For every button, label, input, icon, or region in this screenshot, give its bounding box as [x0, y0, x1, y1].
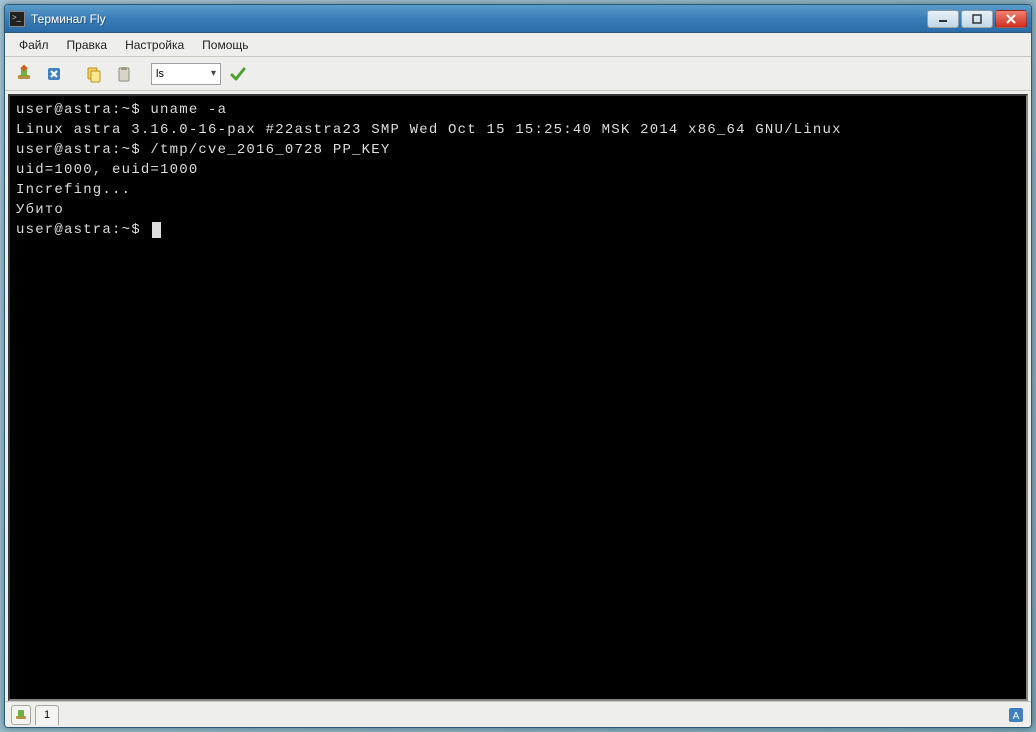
app-icon [9, 11, 25, 27]
close-button[interactable] [995, 10, 1027, 28]
close-tab-icon [45, 65, 63, 83]
menu-edit[interactable]: Правка [59, 35, 116, 55]
new-tab-small-icon [14, 708, 28, 722]
command-combo[interactable]: ls [151, 63, 221, 85]
close-tab-button[interactable] [41, 61, 67, 87]
encoding-button[interactable]: A [1007, 706, 1025, 724]
command-combo-value: ls [156, 68, 164, 80]
tab-1[interactable]: 1 [35, 705, 59, 725]
new-tab-button[interactable] [11, 61, 37, 87]
window-controls [927, 10, 1027, 28]
menu-help[interactable]: Помощь [194, 35, 256, 55]
close-icon [1006, 14, 1016, 24]
encoding-icon: A [1008, 707, 1024, 723]
statusbar: 1 A [5, 701, 1031, 727]
checkmark-icon [229, 65, 247, 83]
maximize-button[interactable] [961, 10, 993, 28]
menu-file[interactable]: Файл [11, 35, 57, 55]
copy-button[interactable] [81, 61, 107, 87]
tab-label: 1 [44, 709, 50, 721]
terminal-output[interactable]: user@astra:~$ uname -a Linux astra 3.16.… [8, 94, 1028, 701]
minimize-icon [938, 14, 948, 24]
titlebar[interactable]: Терминал Fly [5, 5, 1031, 33]
terminal-container: user@astra:~$ uname -a Linux astra 3.16.… [5, 91, 1031, 701]
toolbar: ls [5, 57, 1031, 91]
status-new-tab-button[interactable] [11, 705, 31, 725]
new-tab-icon [15, 65, 33, 83]
run-button[interactable] [225, 61, 251, 87]
menubar: Файл Правка Настройка Помощь [5, 33, 1031, 57]
window-title: Терминал Fly [31, 12, 927, 26]
paste-button[interactable] [111, 61, 137, 87]
menu-settings[interactable]: Настройка [117, 35, 192, 55]
minimize-button[interactable] [927, 10, 959, 28]
copy-icon [85, 65, 103, 83]
terminal-cursor [152, 222, 161, 238]
terminal-window: Терминал Fly Файл Правка Настройка Помощ… [4, 4, 1032, 728]
paste-icon [115, 65, 133, 83]
maximize-icon [972, 14, 982, 24]
svg-text:A: A [1013, 711, 1020, 722]
